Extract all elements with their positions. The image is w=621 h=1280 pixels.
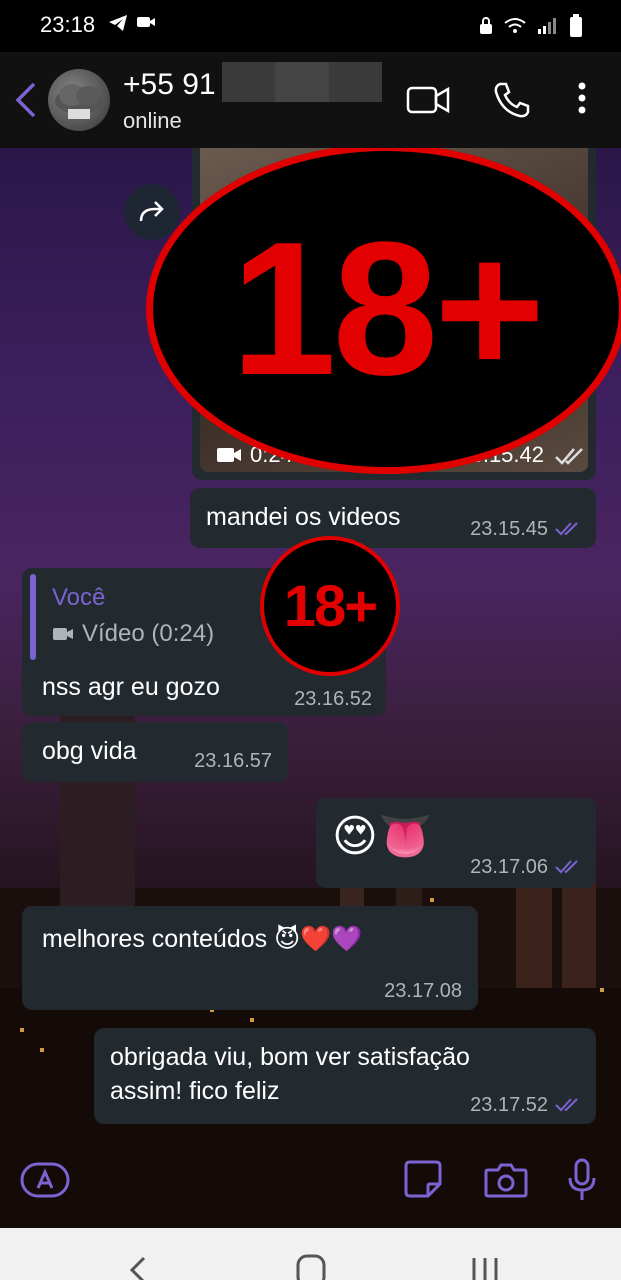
video-notification-icon [137, 17, 155, 27]
camera-icon[interactable] [484, 1162, 528, 1198]
input-bar [0, 1132, 621, 1228]
avatar[interactable] [48, 69, 110, 131]
forward-button[interactable] [124, 184, 180, 240]
quote-bar [30, 574, 36, 660]
nav-recents-icon[interactable] [470, 1256, 500, 1280]
read-ticks-icon [555, 448, 583, 465]
sticker-icon[interactable] [404, 1160, 442, 1198]
battery-icon [570, 14, 582, 37]
video-camera-icon [217, 448, 241, 462]
chat-header: +55 91 online [0, 52, 621, 148]
message-time: 23.17.06 [470, 856, 548, 878]
read-ticks-icon [555, 860, 578, 874]
message-text-line2: assim! fico feliz [110, 1077, 280, 1105]
message-text: mandei os videos [206, 503, 401, 531]
system-nav-bar [0, 1228, 621, 1280]
message-bubble-out[interactable]: mandei os videos 23.15.45 [190, 488, 596, 548]
mic-icon[interactable] [566, 1158, 598, 1202]
message-text: melhores conteúdos 😈❤️💜 [42, 925, 363, 953]
video-camera-icon [53, 628, 73, 640]
message-bubble-in[interactable]: melhores conteúdos 😈❤️💜 23.17.08 [22, 906, 478, 1010]
notification-icons [108, 14, 156, 32]
quote-author: Você [52, 584, 106, 611]
message-time: 23.17.52 [470, 1094, 548, 1116]
back-arrow-icon[interactable] [14, 82, 38, 118]
status-bar: 23:18 [0, 0, 621, 52]
message-bubble-in[interactable]: obg vida 23.16.57 [22, 722, 288, 782]
censor-badge-small: 18+ [260, 536, 400, 676]
redaction-block [222, 62, 382, 102]
message-time: 23.16.57 [194, 750, 272, 772]
message-time: 23.15.45 [470, 518, 548, 540]
message-text: nss agr eu gozo [42, 673, 220, 701]
message-bubble-out[interactable]: 😍👅 23.17.06 [316, 798, 596, 888]
video-call-icon[interactable] [406, 80, 450, 120]
system-icons [479, 14, 583, 38]
read-ticks-icon [555, 1098, 578, 1112]
chat-area[interactable]: 0:24 23.15.42 18+ mandei os videos 23.15… [0, 148, 621, 1228]
forward-icon [139, 201, 164, 222]
cloud-icon [55, 84, 103, 119]
more-vert-icon[interactable] [576, 80, 588, 120]
app-store-icon[interactable] [20, 1162, 70, 1198]
quote-snippet: Vídeo (0:24) [52, 620, 214, 648]
message-time: 23.17.08 [384, 980, 462, 1002]
contact-status: online [123, 108, 182, 133]
message-text: obg vida [42, 737, 137, 765]
censor-badge-large: 18+ [146, 148, 621, 474]
quoted-message[interactable]: Você Vídeo (0:24) [30, 574, 262, 660]
message-bubble-out[interactable]: obrigada viu, bom ver satisfação assim! … [94, 1028, 596, 1124]
contact-name[interactable]: +55 91 [123, 68, 216, 102]
telegram-icon [109, 15, 127, 31]
phone-icon[interactable] [492, 80, 532, 120]
nav-back-icon[interactable] [128, 1256, 148, 1280]
status-time: 23:18 [40, 12, 96, 37]
wifi-icon [504, 18, 526, 33]
message-text-line1: obrigada viu, bom ver satisfação [110, 1043, 470, 1071]
emoji-text: 😍👅 [332, 812, 433, 861]
read-ticks-icon [555, 522, 578, 536]
nav-home-icon[interactable] [296, 1254, 326, 1280]
signal-icon [538, 18, 556, 34]
lock-icon [480, 17, 492, 34]
message-time: 23.16.52 [294, 688, 372, 710]
